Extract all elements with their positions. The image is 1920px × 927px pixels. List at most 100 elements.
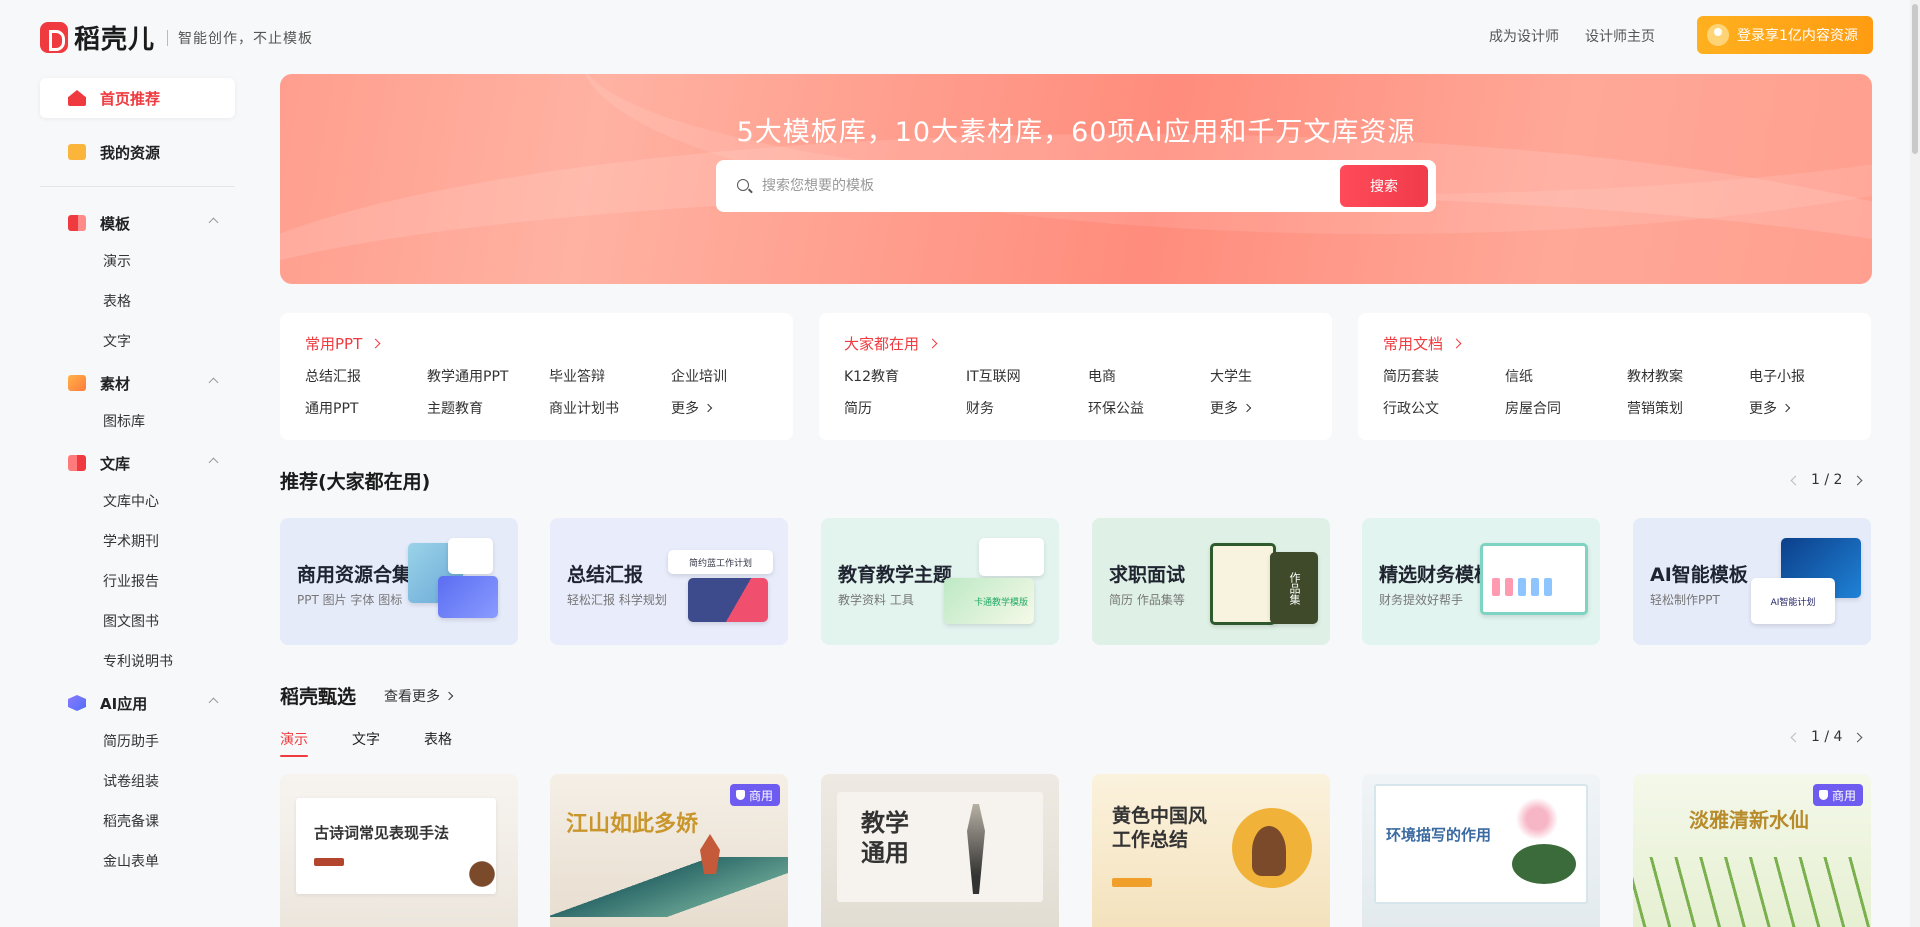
category-link[interactable]: 环保公益 [1088, 398, 1210, 418]
template-card[interactable]: 教学通用 [821, 774, 1059, 927]
become-designer-link[interactable]: 成为设计师 [1489, 26, 1559, 46]
sidebar-group-header[interactable]: 素材 [40, 365, 235, 401]
more-label: 更多 [1210, 401, 1238, 417]
recommend-card[interactable]: 总结汇报 轻松汇报 科学规划 简约蓝工作计划 [550, 518, 788, 645]
chevron-up-icon[interactable] [208, 217, 219, 228]
recommend-card[interactable]: 商用资源合集 PPT 图片 字体 图标 [280, 518, 518, 645]
category-title[interactable]: 常用文档 [1383, 333, 1846, 354]
sidebar-item-patents[interactable]: 专利说明书 [40, 641, 235, 681]
category-link[interactable]: 营销策划 [1627, 398, 1749, 418]
template-card[interactable]: 淡雅清新水仙 商用 [1633, 774, 1871, 927]
category-more-link[interactable]: 更多 [1210, 398, 1332, 418]
template-card[interactable]: 江山如此多娇 商用 [550, 774, 788, 927]
recommend-card[interactable]: AI智能模板 轻松制作PPT AI智能计划 [1633, 518, 1871, 645]
site-logo[interactable]: 稻壳儿 智能创作，不止模板 [40, 19, 313, 56]
template-title: 古诗词常见表现手法 [314, 824, 450, 842]
scrollbar-thumb[interactable] [1912, 4, 1918, 154]
category-link[interactable]: 教材教案 [1627, 366, 1749, 386]
template-title: 教学通用 [861, 808, 909, 867]
category-link[interactable]: 行政公文 [1383, 398, 1505, 418]
chevron-right-icon[interactable] [1852, 732, 1863, 742]
category-link[interactable]: 大学生 [1210, 366, 1332, 386]
category-link[interactable]: 财务 [966, 398, 1088, 418]
sidebar-item-resume-helper[interactable]: 简历助手 [40, 721, 235, 761]
sidebar-item-presentation[interactable]: 演示 [40, 241, 235, 281]
designer-home-link[interactable]: 设计师主页 [1585, 26, 1655, 46]
category-link[interactable]: 简历 [844, 398, 966, 418]
chevron-left-icon[interactable] [1790, 475, 1801, 485]
sidebar-group-header[interactable]: AI应用 [40, 685, 235, 721]
recommend-card[interactable]: 教育教学主题 教学资料 工具 卡通教学模版 [821, 518, 1059, 645]
sidebar-item-forms[interactable]: 金山表单 [40, 841, 235, 881]
login-button-label: 登录享1亿内容资源 [1737, 28, 1858, 44]
illustration-label: 简约蓝工作计划 [668, 550, 773, 574]
chevron-up-icon[interactable] [208, 457, 219, 468]
search-button[interactable]: 搜索 [1340, 165, 1428, 207]
category-link[interactable]: 企业培训 [671, 366, 793, 386]
sidebar-group-title: AI应用 [100, 694, 148, 713]
illustration-label: 作品集 [1270, 552, 1318, 624]
tab-spreadsheet[interactable]: 表格 [424, 729, 452, 755]
commercial-badge: 商用 [729, 784, 780, 806]
category-more-link[interactable]: 更多 [1749, 398, 1871, 418]
badge-label: 商用 [748, 788, 773, 803]
material-icon [68, 375, 86, 391]
sidebar-group-header[interactable]: 模板 [40, 205, 235, 241]
page-scrollbar[interactable] [1910, 0, 1920, 927]
login-button[interactable]: 登录享1亿内容资源 [1697, 16, 1873, 54]
pager-text: 1 / 2 [1811, 472, 1843, 488]
category-title[interactable]: 大家都在用 [844, 333, 1307, 354]
tab-presentation[interactable]: 演示 [280, 729, 308, 757]
sidebar-item-library-center[interactable]: 文库中心 [40, 481, 235, 521]
recommend-card[interactable]: 精选财务模板 财务提效好帮手 [1362, 518, 1600, 645]
category-link[interactable]: 电商 [1088, 366, 1210, 386]
category-link[interactable]: 总结汇报 [305, 366, 427, 386]
recommend-card-subtitle: 财务提效好帮手 [1379, 593, 1464, 607]
user-avatar-icon [1707, 24, 1729, 46]
category-link[interactable]: 毕业答辩 [549, 366, 671, 386]
category-link[interactable]: 信纸 [1505, 366, 1627, 386]
category-link[interactable]: 通用PPT [305, 398, 427, 418]
sidebar-item-icon-library[interactable]: 图标库 [40, 401, 235, 441]
tab-document[interactable]: 文字 [352, 729, 380, 755]
chevron-up-icon[interactable] [208, 377, 219, 388]
chevron-left-icon[interactable] [1790, 732, 1801, 742]
template-card[interactable]: 环境描写的作用 [1362, 774, 1600, 927]
sidebar-item-home[interactable]: 首页推荐 [40, 78, 235, 118]
sidebar-item-exam-builder[interactable]: 试卷组装 [40, 761, 235, 801]
category-title-text: 常用文档 [1383, 335, 1444, 353]
more-label: 更多 [1749, 401, 1777, 417]
sidebar-item-lesson-prep[interactable]: 稻壳备课 [40, 801, 235, 841]
category-link[interactable]: 房屋合同 [1505, 398, 1627, 418]
recommend-card[interactable]: 求职面试 简历 作品集等 作品集 [1092, 518, 1330, 645]
category-link[interactable]: 主题教育 [427, 398, 549, 418]
category-title[interactable]: 常用PPT [305, 333, 768, 354]
category-link[interactable]: 电子小报 [1749, 366, 1871, 386]
sidebar-group-header[interactable]: 文库 [40, 445, 235, 481]
category-link[interactable]: 教学通用PPT [427, 366, 549, 386]
template-card[interactable]: 黄色中国风工作总结 [1092, 774, 1330, 927]
template-card[interactable]: 古诗词常见表现手法 [280, 774, 518, 927]
shield-icon [735, 790, 745, 800]
logo-icon [40, 22, 68, 53]
recommend-card-title: 总结汇报 [567, 564, 644, 586]
category-link[interactable]: 商业计划书 [549, 398, 671, 418]
category-link[interactable]: K12教育 [844, 366, 966, 386]
sidebar-item-spreadsheet[interactable]: 表格 [40, 281, 235, 321]
sidebar-item-resources[interactable]: 我的资源 [40, 132, 235, 172]
sidebar-item-journals[interactable]: 学术期刊 [40, 521, 235, 561]
sidebar-item-books[interactable]: 图文图书 [40, 601, 235, 641]
sidebar-group-templates: 模板 演示 表格 文字 [40, 205, 235, 361]
category-more-link[interactable]: 更多 [671, 398, 793, 418]
sidebar-item-document[interactable]: 文字 [40, 321, 235, 361]
sidebar-item-industry-reports[interactable]: 行业报告 [40, 561, 235, 601]
category-link[interactable]: 简历套装 [1383, 366, 1505, 386]
search-input[interactable] [762, 173, 1322, 199]
more-label: 更多 [671, 401, 699, 417]
template-title: 黄色中国风工作总结 [1112, 805, 1208, 851]
category-link[interactable]: IT互联网 [966, 366, 1088, 386]
chevron-right-icon [1242, 403, 1252, 413]
chevron-up-icon[interactable] [208, 697, 219, 708]
chevron-right-icon[interactable] [1852, 475, 1863, 485]
picks-more-link[interactable]: 查看更多 [384, 686, 454, 706]
